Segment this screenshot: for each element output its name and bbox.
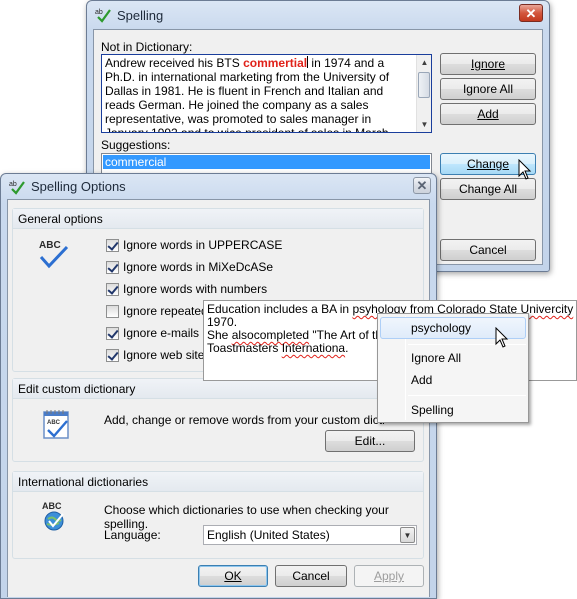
ignore-all-label: Ignore All	[462, 82, 514, 96]
option-checkbox[interactable]	[106, 282, 119, 296]
option-label: Ignore words with numbers	[123, 282, 268, 296]
edit-label: Edit...	[354, 434, 386, 448]
spelling-titlebar[interactable]: ab Spelling	[87, 1, 549, 29]
options-title: Spelling Options	[31, 179, 126, 194]
apply-label: Apply	[373, 569, 405, 583]
suggestion-item[interactable]: commercial	[103, 155, 430, 169]
menu-separator	[408, 395, 526, 396]
option-ignore-uppercase[interactable]: Ignore words in UPPERCASE	[106, 238, 282, 252]
option-label: Ignore words in MiXeDcASe	[123, 260, 274, 274]
misspelled-word[interactable]: alsocompleted	[232, 328, 309, 342]
international-header: International dictionaries	[13, 472, 423, 492]
custom-dictionary-group: Edit custom dictionary ABC Add, change o…	[12, 378, 424, 462]
scroll-thumb[interactable]	[418, 72, 430, 98]
add-label: Add	[477, 107, 499, 121]
textbox-scrollbar[interactable]: ▲ ▼	[416, 55, 431, 132]
options-cancel-button[interactable]: Cancel	[275, 565, 347, 587]
not-in-dictionary-textbox[interactable]: Andrew received his BTS commertial in 19…	[101, 54, 432, 133]
option-label: Ignore repeated	[123, 304, 208, 318]
option-checkbox[interactable]	[106, 326, 119, 340]
svg-text:ab: ab	[9, 181, 17, 188]
text-before: Andrew received his BTS	[105, 56, 244, 70]
option-ignore-numbers[interactable]: Ignore words with numbers	[106, 282, 267, 296]
option-label: Ignore web sites	[123, 348, 211, 362]
option-ignore-emails[interactable]: Ignore e-mails	[106, 326, 199, 340]
option-checkbox[interactable]	[106, 348, 119, 362]
options-apply-button: Apply	[354, 565, 424, 587]
language-select[interactable]: English (United States) ▼	[203, 525, 417, 545]
not-in-dictionary-label: Not in Dictionary:	[101, 40, 193, 54]
change-label: Change	[466, 157, 510, 171]
options-close-button[interactable]: ✕	[413, 177, 431, 194]
options-client-area: General options ABC Ignore words in UPPE…	[7, 199, 430, 597]
abc-check-icon: ABC	[39, 240, 69, 269]
option-label: Ignore words in UPPERCASE	[123, 238, 283, 252]
close-icon: ✕	[525, 5, 537, 21]
spelling-title: Spelling	[117, 7, 164, 23]
spelling-options-dialog: ab Spelling Options ✕ General options AB…	[0, 173, 437, 599]
ignore-all-button[interactable]: Ignore All	[440, 78, 536, 100]
ok-label: OK	[224, 569, 242, 583]
svg-text:ABC: ABC	[39, 240, 61, 251]
not-in-dictionary-text: Andrew received his BTS commertial in 19…	[105, 56, 415, 132]
spelling-cancel-label: Cancel	[469, 243, 507, 257]
option-ignore-mixedcase[interactable]: Ignore words in MiXeDcASe	[106, 260, 273, 274]
options-ok-button[interactable]: OK	[198, 565, 268, 587]
spelling-cancel-button[interactable]: Cancel	[440, 239, 536, 261]
option-ignore-websites[interactable]: Ignore web sites	[106, 348, 210, 362]
option-checkbox[interactable]	[106, 238, 119, 252]
custom-dictionary-description: Add, change or remove words from your cu…	[104, 413, 384, 427]
demo-text: .	[345, 341, 349, 355]
menu-add-item[interactable]: Add	[380, 369, 526, 391]
options-titlebar[interactable]: ab Spelling Options	[1, 174, 436, 199]
language-value: English (United States)	[207, 528, 330, 542]
add-button[interactable]: Add	[440, 103, 536, 125]
option-checkbox[interactable]	[106, 304, 119, 318]
international-group: International dictionaries ABC Choose wh…	[12, 471, 424, 559]
general-options-header: General options	[13, 209, 423, 229]
custom-dictionary-header: Edit custom dictionary	[13, 379, 423, 399]
ignore-button[interactable]: Ignore	[440, 53, 536, 75]
demo-text: Education includes a BA in	[207, 302, 353, 316]
dictionary-notebook-icon: ABC	[43, 410, 69, 439]
scroll-up-icon[interactable]: ▲	[417, 55, 431, 70]
menu-ignore-all-item[interactable]: Ignore All	[380, 347, 526, 369]
demo-text: Toastmasters	[207, 341, 282, 355]
svg-text:ABC: ABC	[47, 420, 61, 426]
demo-text: She	[207, 328, 232, 342]
svg-text:ABC: ABC	[42, 501, 62, 511]
svg-text:ab: ab	[95, 9, 103, 16]
spell-check-icon: ab	[9, 181, 25, 195]
scroll-down-icon[interactable]: ▼	[417, 117, 431, 132]
chevron-down-icon[interactable]: ▼	[400, 527, 415, 543]
options-cancel-label: Cancel	[292, 569, 330, 583]
change-all-button[interactable]: Change All	[440, 178, 536, 200]
flagged-word: commertial	[243, 56, 308, 70]
option-label: Ignore e-mails	[123, 326, 200, 340]
globe-check-icon: ABC	[42, 501, 64, 531]
spell-check-icon: ab	[95, 9, 111, 23]
mouse-cursor-icon	[495, 327, 509, 348]
spelling-close-button[interactable]: ✕	[519, 4, 543, 22]
suggestions-label: Suggestions:	[101, 138, 171, 152]
option-ignore-repeated[interactable]: Ignore repeated	[106, 304, 208, 318]
ignore-label: Ignore	[470, 57, 506, 71]
option-checkbox[interactable]	[106, 260, 119, 274]
language-label: Language:	[104, 528, 161, 542]
mouse-cursor-icon	[518, 159, 532, 180]
demo-text: in	[573, 302, 576, 316]
change-all-label: Change All	[458, 182, 518, 196]
edit-dictionary-button[interactable]: Edit...	[325, 430, 415, 452]
menu-spelling-item[interactable]: Spelling	[380, 399, 526, 421]
misspelled-word[interactable]: Internationa	[282, 341, 345, 355]
close-icon: ✕	[416, 178, 428, 193]
